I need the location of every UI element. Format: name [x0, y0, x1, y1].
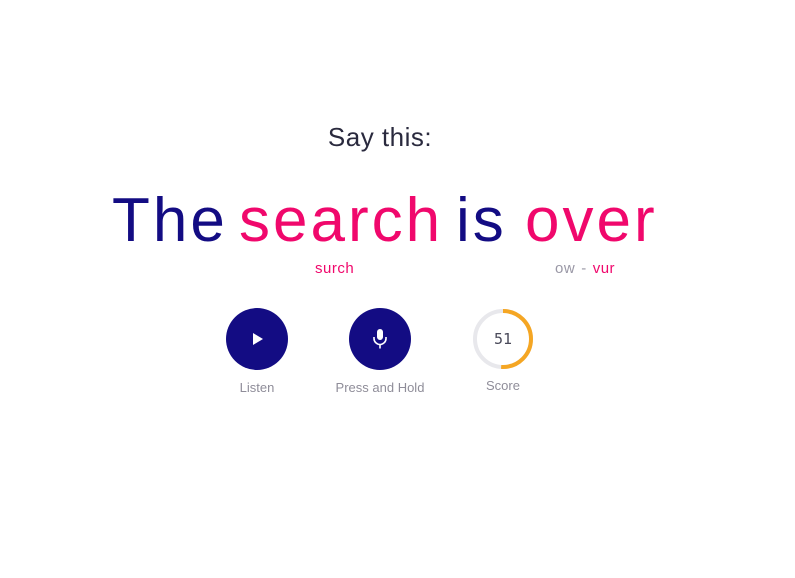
listen-button[interactable]	[226, 308, 288, 370]
prompt-heading: Say this:	[327, 122, 433, 152]
record-label: Press and Hold	[335, 380, 425, 395]
pronunciation-over: ow - vur	[555, 260, 615, 277]
listen-label: Listen	[239, 380, 275, 395]
word-is: is	[456, 186, 507, 255]
score-ring: 51	[472, 308, 534, 370]
syllable-strong: vur	[592, 260, 616, 277]
record-control: Press and Hold	[320, 308, 440, 395]
record-button[interactable]	[349, 308, 411, 370]
score-control: 51 Score	[443, 308, 563, 393]
syllable-separator: -	[581, 260, 587, 277]
score-label: Score	[486, 378, 520, 393]
play-icon	[253, 333, 263, 345]
microphone-icon	[373, 329, 387, 349]
word-the: The	[112, 186, 228, 255]
pronunciation-search: surch	[315, 260, 355, 277]
score-value: 51	[493, 330, 513, 348]
syllable-weak: ow	[555, 260, 576, 277]
word-search: search	[239, 186, 444, 255]
listen-control: Listen	[197, 308, 317, 395]
word-over: over	[525, 186, 658, 255]
